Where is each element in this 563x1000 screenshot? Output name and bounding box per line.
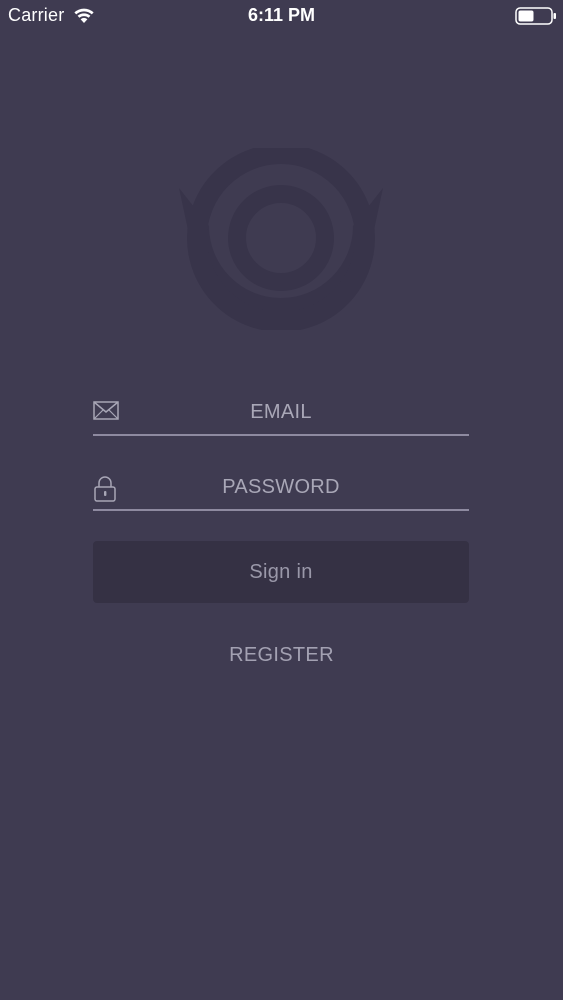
password-input[interactable]: PASSWORD [93, 476, 469, 499]
email-field[interactable]: EMAIL [93, 396, 469, 436]
status-bar: Carrier 6:11 PM [0, 0, 563, 32]
status-time: 6:11 PM [247, 5, 316, 25]
register-link[interactable]: REGISTER [0, 644, 563, 667]
target-logo-icon [179, 148, 383, 330]
email-input[interactable]: EMAIL [93, 401, 469, 424]
battery-icon [515, 7, 556, 25]
password-field[interactable]: PASSWORD [93, 471, 469, 511]
sign-in-button[interactable]: Sign in [93, 541, 469, 603]
